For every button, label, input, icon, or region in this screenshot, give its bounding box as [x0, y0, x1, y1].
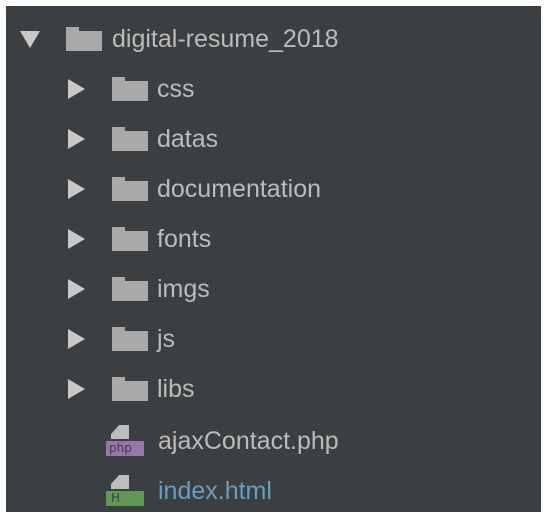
collapsed-arrow-icon[interactable] — [68, 329, 85, 349]
html-badge: H — [106, 491, 144, 506]
folder-icon — [112, 127, 148, 151]
tree-item-fonts[interactable]: fonts — [68, 214, 211, 264]
tree-item-libs[interactable]: libs — [68, 364, 195, 414]
folder-icon — [112, 227, 148, 251]
tree-item-ajaxcontact-php[interactable]: php ajaxContact.php — [106, 416, 339, 466]
tree-item-imgs[interactable]: imgs — [68, 264, 210, 314]
tree-item-label: ajaxContact.php — [158, 426, 339, 455]
collapsed-arrow-icon[interactable] — [68, 79, 85, 99]
tree-root-label: digital-resume_2018 — [112, 24, 339, 53]
collapsed-arrow-icon[interactable] — [68, 379, 85, 399]
tree-item-css[interactable]: css — [68, 64, 195, 114]
tree-item-js[interactable]: js — [68, 314, 175, 364]
tree-item-label: index.html — [158, 476, 272, 505]
project-tree-panel: digital-resume_2018 css datas documentat… — [6, 6, 541, 512]
folder-icon — [112, 377, 148, 401]
php-badge: php — [106, 441, 144, 456]
expanded-arrow-icon[interactable] — [20, 30, 40, 48]
folder-icon — [112, 77, 148, 101]
tree-root-digital-resume[interactable]: digital-resume_2018 — [20, 14, 339, 64]
folder-icon — [112, 177, 148, 201]
tree-item-index-html[interactable]: H index.html — [106, 466, 272, 512]
tree-item-label: css — [157, 74, 195, 103]
tree-item-label: js — [157, 324, 176, 353]
collapsed-arrow-icon[interactable] — [68, 229, 85, 249]
tree-item-label: datas — [157, 124, 219, 153]
tree-item-label: libs — [157, 374, 195, 403]
collapsed-arrow-icon[interactable] — [68, 279, 85, 299]
folder-icon — [66, 27, 102, 51]
collapsed-arrow-icon[interactable] — [68, 129, 85, 149]
folder-icon — [112, 327, 148, 351]
tree-item-label: documentation — [157, 174, 322, 203]
folder-icon — [112, 277, 148, 301]
tree-item-label: fonts — [157, 224, 212, 253]
tree-item-documentation[interactable]: documentation — [68, 164, 321, 214]
collapsed-arrow-icon[interactable] — [68, 179, 85, 199]
html-file-icon: H — [106, 475, 144, 507]
tree-item-datas[interactable]: datas — [68, 114, 218, 164]
tree-item-label: imgs — [157, 274, 210, 303]
php-file-icon: php — [106, 425, 144, 457]
